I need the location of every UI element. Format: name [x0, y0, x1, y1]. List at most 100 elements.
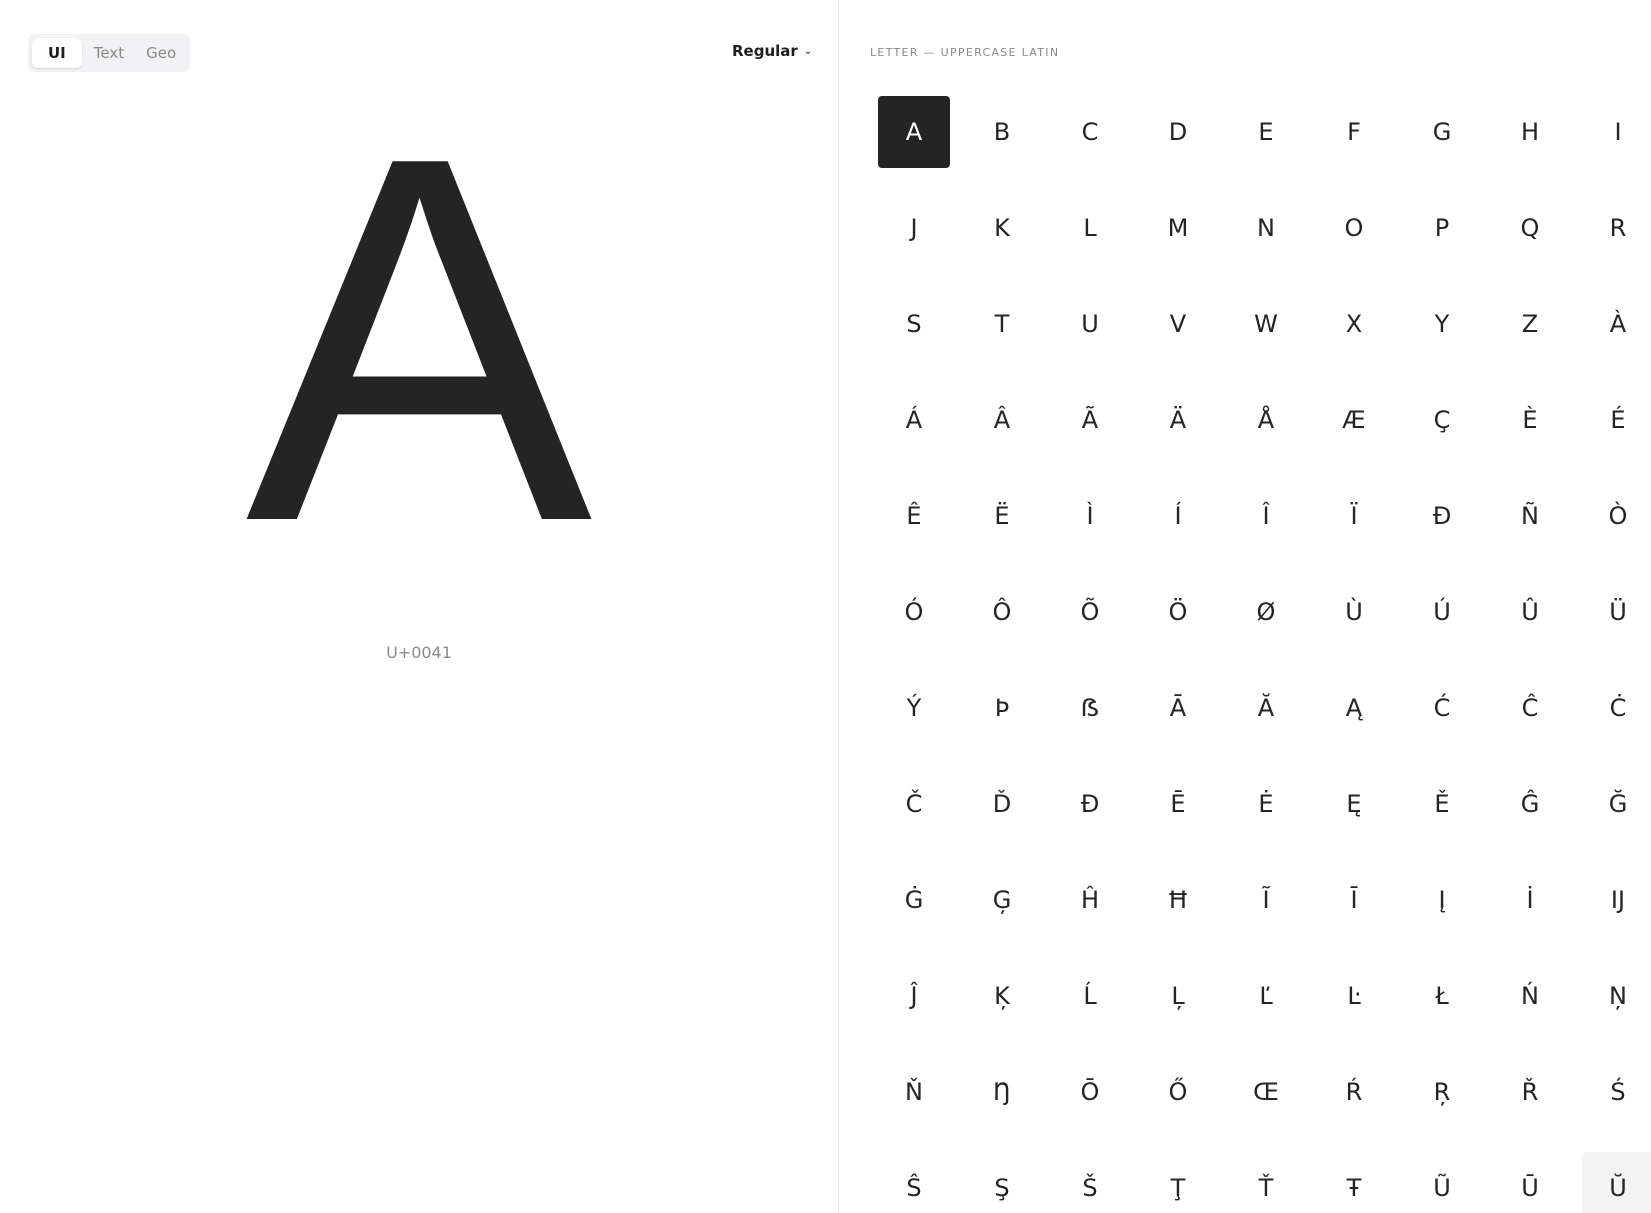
- glyph-item[interactable]: Ó: [878, 576, 950, 648]
- glyph-item[interactable]: Ā: [1142, 672, 1214, 744]
- glyph-item[interactable]: Å: [1230, 384, 1302, 456]
- glyph-item[interactable]: I: [1582, 96, 1651, 168]
- glyph-item[interactable]: P: [1406, 192, 1478, 264]
- glyph-item[interactable]: Î: [1230, 480, 1302, 552]
- glyph-item[interactable]: Ū: [1494, 1152, 1566, 1213]
- glyph-item[interactable]: ẞ: [1054, 672, 1126, 744]
- glyph-item[interactable]: Ŗ: [1406, 1056, 1478, 1128]
- glyph-item[interactable]: O: [1318, 192, 1390, 264]
- glyph-item[interactable]: Ü: [1582, 576, 1651, 648]
- glyph-item[interactable]: D: [1142, 96, 1214, 168]
- glyph-item[interactable]: Ŧ: [1318, 1152, 1390, 1213]
- glyph-item[interactable]: Ő: [1142, 1056, 1214, 1128]
- glyph-item[interactable]: Ć: [1406, 672, 1478, 744]
- weight-dropdown[interactable]: Regular ⌄: [732, 42, 812, 60]
- glyph-item[interactable]: Ø: [1230, 576, 1302, 648]
- glyph-item[interactable]: À: [1582, 288, 1651, 360]
- glyph-item[interactable]: Ċ: [1582, 672, 1651, 744]
- glyph-item[interactable]: G: [1406, 96, 1478, 168]
- glyph-item[interactable]: Ģ: [966, 864, 1038, 936]
- glyph-item[interactable]: Ñ: [1494, 480, 1566, 552]
- glyph-item[interactable]: Ú: [1406, 576, 1478, 648]
- glyph-item[interactable]: U: [1054, 288, 1126, 360]
- glyph-item[interactable]: N: [1230, 192, 1302, 264]
- glyph-item[interactable]: Ł: [1406, 960, 1478, 1032]
- glyph-item[interactable]: Þ: [966, 672, 1038, 744]
- glyph-item[interactable]: Ŝ: [878, 1152, 950, 1213]
- glyph-item[interactable]: Ĝ: [1494, 768, 1566, 840]
- glyph-item[interactable]: Ï: [1318, 480, 1390, 552]
- glyph-item[interactable]: K: [966, 192, 1038, 264]
- glyph-item[interactable]: Đ: [1054, 768, 1126, 840]
- glyph-item[interactable]: L: [1054, 192, 1126, 264]
- glyph-item[interactable]: Ò: [1582, 480, 1651, 552]
- glyph-item[interactable]: Ė: [1230, 768, 1302, 840]
- glyph-item[interactable]: M: [1142, 192, 1214, 264]
- glyph-item[interactable]: Í: [1142, 480, 1214, 552]
- glyph-item[interactable]: Ņ: [1582, 960, 1651, 1032]
- glyph-item[interactable]: Ř: [1494, 1056, 1566, 1128]
- glyph-item[interactable]: B: [966, 96, 1038, 168]
- glyph-selected[interactable]: A: [878, 96, 950, 168]
- glyph-item[interactable]: Z: [1494, 288, 1566, 360]
- glyph-item[interactable]: W: [1230, 288, 1302, 360]
- glyph-item[interactable]: Ĥ: [1054, 864, 1126, 936]
- glyph-item[interactable]: Ç: [1406, 384, 1478, 456]
- glyph-item[interactable]: Ħ: [1142, 864, 1214, 936]
- glyph-item[interactable]: Æ: [1318, 384, 1390, 456]
- glyph-item[interactable]: Ĩ: [1230, 864, 1302, 936]
- tab-geo[interactable]: Geo: [136, 38, 186, 68]
- glyph-item[interactable]: È: [1494, 384, 1566, 456]
- glyph-item[interactable]: Õ: [1054, 576, 1126, 648]
- glyph-item[interactable]: Ţ: [1142, 1152, 1214, 1213]
- glyph-item[interactable]: H: [1494, 96, 1566, 168]
- glyph-item[interactable]: Ť: [1230, 1152, 1302, 1213]
- glyph-item[interactable]: Ļ: [1142, 960, 1214, 1032]
- glyph-item[interactable]: Č: [878, 768, 950, 840]
- glyph-item[interactable]: Ð: [1406, 480, 1478, 552]
- glyph-item[interactable]: X: [1318, 288, 1390, 360]
- glyph-item[interactable]: Ď: [966, 768, 1038, 840]
- glyph-item[interactable]: Q: [1494, 192, 1566, 264]
- glyph-item[interactable]: Ň: [878, 1056, 950, 1128]
- glyph-item[interactable]: Ý: [878, 672, 950, 744]
- glyph-item[interactable]: R: [1582, 192, 1651, 264]
- glyph-item[interactable]: Ľ: [1230, 960, 1302, 1032]
- glyph-item[interactable]: S: [878, 288, 950, 360]
- glyph-item[interactable]: F: [1318, 96, 1390, 168]
- glyph-item[interactable]: Â: [966, 384, 1038, 456]
- glyph-item[interactable]: Ŀ: [1318, 960, 1390, 1032]
- glyph-item[interactable]: Ķ: [966, 960, 1038, 1032]
- glyph-item[interactable]: Ġ: [878, 864, 950, 936]
- glyph-item[interactable]: Ŋ: [966, 1056, 1038, 1128]
- glyph-item[interactable]: Ĵ: [878, 960, 950, 1032]
- glyph-item[interactable]: E: [1230, 96, 1302, 168]
- glyph-item[interactable]: Ą: [1318, 672, 1390, 744]
- glyph-item[interactable]: Ŭ: [1582, 1152, 1651, 1213]
- glyph-item[interactable]: Œ: [1230, 1056, 1302, 1128]
- glyph-item[interactable]: Ũ: [1406, 1152, 1478, 1213]
- glyph-item[interactable]: Ę: [1318, 768, 1390, 840]
- glyph-item[interactable]: É: [1582, 384, 1651, 456]
- glyph-item[interactable]: Ğ: [1582, 768, 1651, 840]
- tab-text[interactable]: Text: [84, 38, 134, 68]
- glyph-item[interactable]: Ì: [1054, 480, 1126, 552]
- glyph-item[interactable]: Ã: [1054, 384, 1126, 456]
- glyph-item[interactable]: C: [1054, 96, 1126, 168]
- glyph-item[interactable]: Ê: [878, 480, 950, 552]
- glyph-item[interactable]: Ŕ: [1318, 1056, 1390, 1128]
- glyph-item[interactable]: Û: [1494, 576, 1566, 648]
- glyph-item[interactable]: Ĉ: [1494, 672, 1566, 744]
- glyph-item[interactable]: Ş: [966, 1152, 1038, 1213]
- glyph-item[interactable]: Ō: [1054, 1056, 1126, 1128]
- glyph-item[interactable]: Y: [1406, 288, 1478, 360]
- glyph-item[interactable]: J: [878, 192, 950, 264]
- glyph-item[interactable]: Ô: [966, 576, 1038, 648]
- glyph-item[interactable]: Š: [1054, 1152, 1126, 1213]
- glyph-item[interactable]: Ë: [966, 480, 1038, 552]
- glyph-item[interactable]: Ĳ: [1582, 864, 1651, 936]
- glyph-item[interactable]: Ö: [1142, 576, 1214, 648]
- glyph-item[interactable]: Ě: [1406, 768, 1478, 840]
- glyph-item[interactable]: Ē: [1142, 768, 1214, 840]
- glyph-item[interactable]: V: [1142, 288, 1214, 360]
